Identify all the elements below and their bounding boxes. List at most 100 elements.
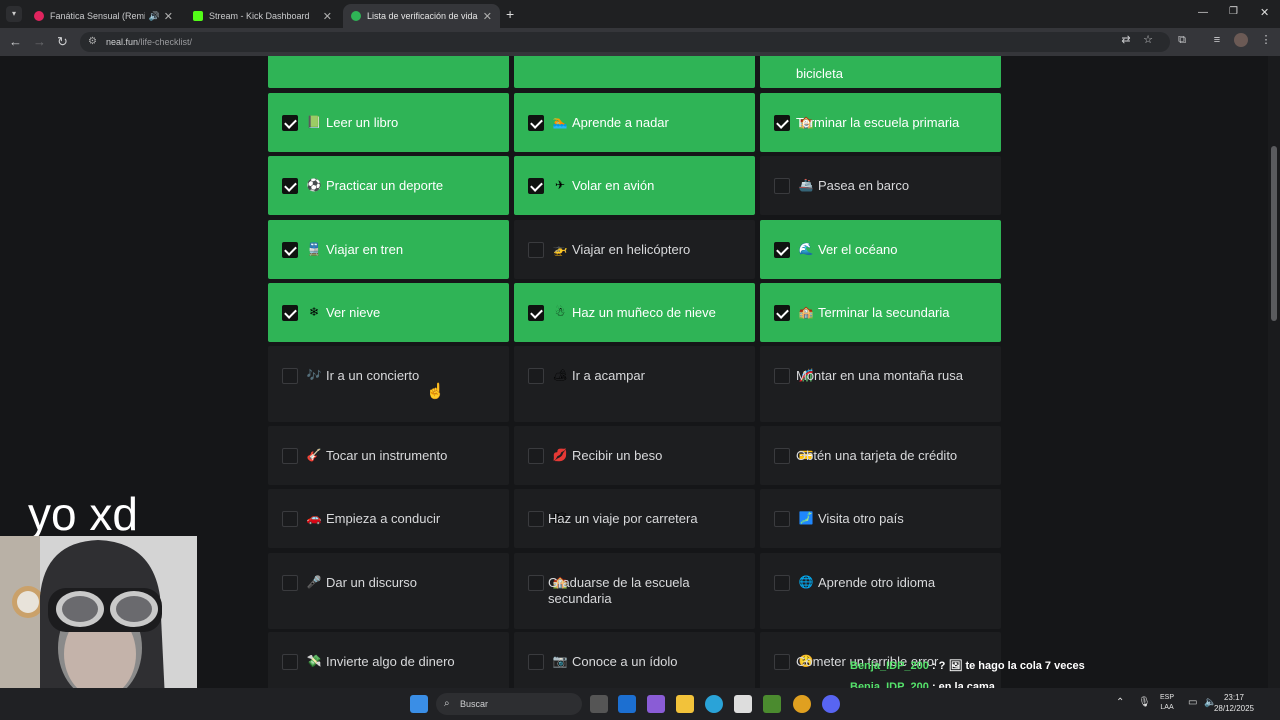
checklist-item[interactable]: ☃ Haz un muñeco de nieve bbox=[514, 283, 755, 342]
input-language[interactable]: ESP LAA bbox=[1160, 693, 1174, 713]
checklist-item[interactable]: ❄ Ver nieve bbox=[268, 283, 509, 342]
checkbox-checked[interactable] bbox=[774, 115, 790, 131]
checkbox-unchecked[interactable] bbox=[528, 368, 544, 384]
widgets-icon[interactable] bbox=[647, 695, 665, 713]
checklist-item[interactable]: 📗 Leer un libro bbox=[268, 93, 509, 152]
checkbox-unchecked[interactable] bbox=[528, 654, 544, 670]
checkbox-unchecked[interactable] bbox=[282, 368, 298, 384]
checkbox-checked[interactable] bbox=[528, 115, 544, 131]
maximize-button[interactable]: ❐ bbox=[1229, 6, 1238, 17]
checkbox-unchecked[interactable] bbox=[774, 575, 790, 591]
translate-icon[interactable]: ⇄ bbox=[1119, 33, 1133, 47]
checklist-item[interactable]: 🚁 Viajar en helicóptero bbox=[514, 220, 755, 279]
network-icon[interactable]: ▭ bbox=[1188, 697, 1197, 708]
checkbox-unchecked[interactable] bbox=[528, 511, 544, 527]
checklist-item[interactable]: 📷 Conoce a un ídolo bbox=[514, 632, 755, 688]
address-bar[interactable]: ⚙ neal.fun/life-checklist/ bbox=[80, 32, 1170, 52]
checkbox-unchecked[interactable] bbox=[282, 654, 298, 670]
outlook-icon[interactable] bbox=[618, 695, 636, 713]
checklist-item[interactable]: 🗺 Haz un viaje por carretera bbox=[514, 489, 755, 548]
checkbox-checked[interactable] bbox=[282, 178, 298, 194]
checkbox-unchecked[interactable] bbox=[282, 448, 298, 464]
checkbox-unchecked[interactable] bbox=[774, 511, 790, 527]
checklist-item[interactable]: 💸 Invierte algo de dinero bbox=[268, 632, 509, 688]
media-controls-icon[interactable]: ≡ bbox=[1210, 33, 1224, 47]
checkbox-checked[interactable] bbox=[774, 242, 790, 258]
close-icon[interactable]: ✕ bbox=[164, 10, 173, 23]
checkbox-unchecked[interactable] bbox=[774, 448, 790, 464]
item-emoji-icon: 🎸 bbox=[306, 448, 322, 462]
taskbar-search[interactable]: ⌕ Buscar bbox=[436, 693, 582, 715]
scrollbar[interactable] bbox=[1268, 56, 1280, 688]
profile-avatar[interactable] bbox=[1234, 33, 1248, 47]
tab-kick-dashboard[interactable]: Stream - Kick Dashboard ✕ bbox=[185, 4, 340, 28]
system-clock[interactable]: 23:17 28/12/2025 bbox=[1214, 692, 1254, 714]
checkbox-checked[interactable] bbox=[282, 115, 298, 131]
checklist-item[interactable]: 🏕 Ir a acampar bbox=[514, 346, 755, 422]
checklist-item[interactable]: 🏫 Terminar la escuela primaria bbox=[760, 93, 1001, 152]
checklist-item[interactable] bbox=[514, 56, 755, 88]
checkbox-unchecked[interactable] bbox=[774, 654, 790, 670]
tray-chevron-icon[interactable]: ⌃ bbox=[1116, 697, 1124, 708]
scrollbar-thumb[interactable] bbox=[1271, 146, 1277, 321]
checklist-item[interactable]: 🏫 Graduarse de la escuela secundaria bbox=[514, 553, 755, 629]
checklist-item[interactable]: ⚽ Practicar un deporte bbox=[268, 156, 509, 215]
item-label: Terminar la secundaria bbox=[818, 305, 950, 320]
checklist-item[interactable]: 🎶 Ir a un concierto bbox=[268, 346, 509, 422]
checklist-item[interactable]: ✈ Volar en avión bbox=[514, 156, 755, 215]
windows-start-icon[interactable] bbox=[410, 695, 428, 713]
checklist-item[interactable]: 💳 Obtén una tarjeta de crédito bbox=[760, 426, 1001, 485]
new-tab-button[interactable]: + bbox=[506, 6, 514, 22]
checklist-item[interactable]: 🎢 Montar en una montaña rusa bbox=[760, 346, 1001, 422]
site-info-icon[interactable]: ⚙ bbox=[88, 32, 97, 52]
edge-icon[interactable] bbox=[705, 695, 723, 713]
discord-icon[interactable] bbox=[822, 695, 840, 713]
checkbox-checked[interactable] bbox=[528, 305, 544, 321]
checkbox-checked[interactable] bbox=[774, 305, 790, 321]
minimize-button[interactable]: — bbox=[1198, 7, 1208, 18]
microphone-icon[interactable]: 🎙 bbox=[1138, 697, 1151, 708]
checklist-item[interactable]: 🎤 Dar un discurso bbox=[268, 553, 509, 629]
checkbox-unchecked[interactable] bbox=[282, 575, 298, 591]
checkbox-checked[interactable] bbox=[528, 178, 544, 194]
checklist-item[interactable]: 💋 Recibir un beso bbox=[514, 426, 755, 485]
tab-life-checklist[interactable]: Lista de verificación de vida ✕ bbox=[343, 4, 500, 28]
checkbox-unchecked[interactable] bbox=[528, 448, 544, 464]
checkbox-unchecked[interactable] bbox=[774, 178, 790, 194]
close-window-button[interactable]: ✕ bbox=[1260, 6, 1269, 19]
store-icon[interactable] bbox=[734, 695, 752, 713]
file-explorer-icon[interactable] bbox=[676, 695, 694, 713]
close-icon[interactable]: ✕ bbox=[323, 10, 332, 23]
tab-search-button[interactable]: ▾ bbox=[6, 6, 22, 22]
checklist-item[interactable]: 🏊 Aprende a nadar bbox=[514, 93, 755, 152]
checkbox-checked[interactable] bbox=[282, 242, 298, 258]
checklist-item[interactable] bbox=[268, 56, 509, 88]
checkbox-unchecked[interactable] bbox=[528, 242, 544, 258]
menu-kebab-icon[interactable]: ⋮ bbox=[1259, 33, 1273, 47]
checklist-item[interactable]: 🗾 Visita otro país bbox=[760, 489, 1001, 548]
checklist-item[interactable]: 🌐 Aprende otro idioma bbox=[760, 553, 1001, 629]
checklist-item[interactable]: 🚢 Pasea en barco bbox=[760, 156, 1001, 215]
checklist-item[interactable]: bicicleta bbox=[760, 56, 1001, 88]
close-icon[interactable]: ✕ bbox=[483, 10, 492, 23]
checkbox-checked[interactable] bbox=[282, 305, 298, 321]
checklist-item[interactable]: 🏫 Terminar la secundaria bbox=[760, 283, 1001, 342]
back-arrow-icon[interactable]: ← bbox=[9, 34, 22, 49]
minecraft-icon[interactable] bbox=[763, 695, 781, 713]
checklist-item[interactable]: 🚗 Empieza a conducir bbox=[268, 489, 509, 548]
extensions-icon[interactable]: ⧉ bbox=[1175, 33, 1189, 47]
checklist-item[interactable]: 🌊 Ver el océano bbox=[760, 220, 1001, 279]
checklist-item[interactable]: 🚆 Viajar en tren bbox=[268, 220, 509, 279]
task-view-icon[interactable] bbox=[590, 695, 608, 713]
checkbox-unchecked[interactable] bbox=[282, 511, 298, 527]
forward-arrow-icon[interactable]: → bbox=[33, 34, 46, 49]
checkbox-unchecked[interactable] bbox=[528, 575, 544, 591]
chrome-icon[interactable] bbox=[793, 695, 811, 713]
tab-music[interactable]: Fanática Sensual (Remix) (c 🔊 ✕ bbox=[26, 4, 181, 28]
bookmark-star-icon[interactable]: ☆ bbox=[1141, 33, 1155, 47]
speaker-icon[interactable]: 🔊 bbox=[149, 11, 160, 22]
reload-icon[interactable]: ↻ bbox=[57, 34, 68, 50]
checkbox-unchecked[interactable] bbox=[774, 368, 790, 384]
check-circle-icon bbox=[351, 11, 361, 21]
checklist-item[interactable]: 🎸 Tocar un instrumento bbox=[268, 426, 509, 485]
